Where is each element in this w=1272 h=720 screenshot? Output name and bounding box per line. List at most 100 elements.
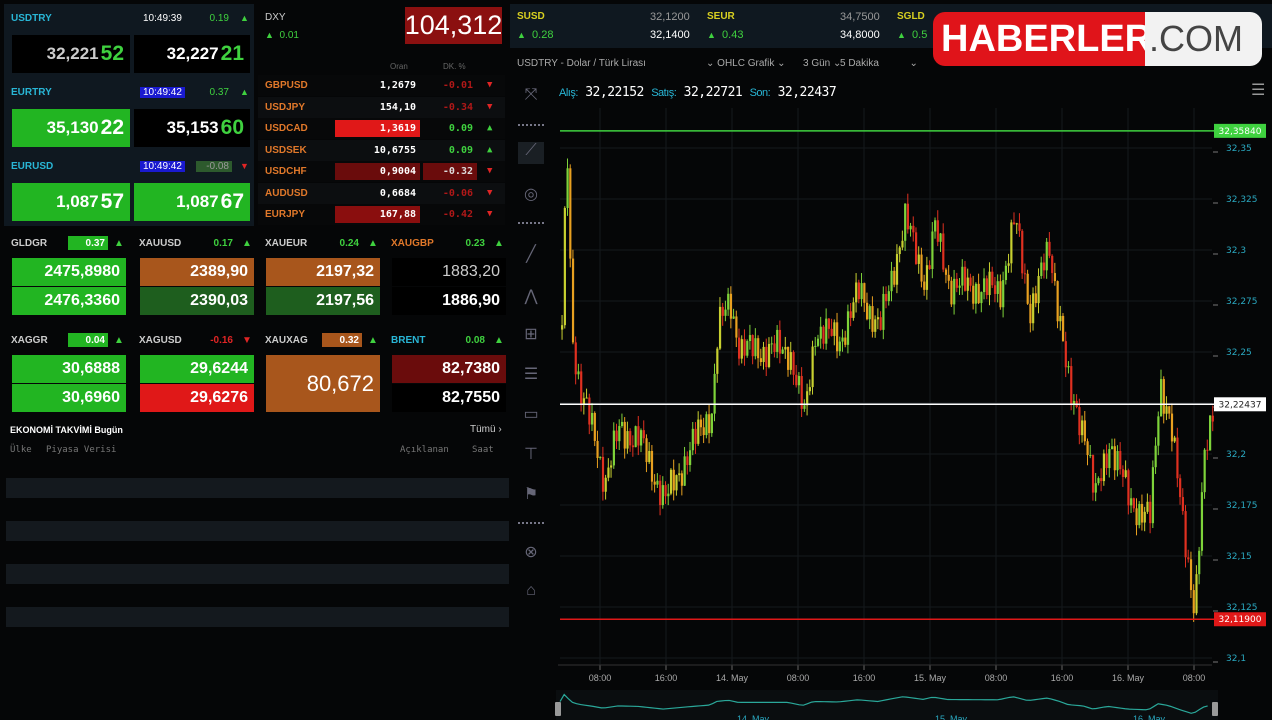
candle <box>697 419 700 444</box>
price-chart[interactable]: 32,132,12532,1532,17532,232,22532,2532,2… <box>0 0 1272 720</box>
candle <box>811 346 814 388</box>
candle <box>593 412 596 441</box>
candle <box>1119 451 1122 470</box>
candle <box>631 445 635 448</box>
candle <box>596 440 599 459</box>
candle <box>1209 415 1212 451</box>
candle <box>914 232 918 264</box>
candle <box>642 430 645 439</box>
candle <box>672 469 675 491</box>
candle <box>767 343 771 367</box>
candle <box>844 337 847 345</box>
candle <box>1045 241 1048 271</box>
candle <box>765 346 768 367</box>
candle <box>961 266 964 286</box>
candle <box>1105 453 1108 469</box>
candle <box>1203 449 1206 493</box>
candle <box>797 376 801 386</box>
candle <box>1132 498 1135 509</box>
candle <box>1143 511 1146 523</box>
candle <box>833 322 836 336</box>
candle <box>838 341 841 352</box>
candle <box>985 278 988 296</box>
candle <box>939 233 942 242</box>
candle <box>969 277 972 286</box>
candle <box>1151 467 1155 524</box>
y-tick-label: 32,3 <box>1226 246 1246 256</box>
candle <box>740 339 743 359</box>
candle <box>612 430 615 466</box>
candle <box>1010 222 1013 264</box>
candle <box>849 311 852 318</box>
x-tick-label: 08:00 <box>985 673 1008 683</box>
x-tick-label: 16:00 <box>655 673 678 683</box>
candle <box>1097 478 1100 484</box>
candle <box>588 397 591 425</box>
candle <box>925 265 929 290</box>
y-tick-label: 32,25 <box>1226 348 1252 358</box>
candle <box>781 349 784 354</box>
candle <box>1083 420 1086 442</box>
candle <box>942 233 945 270</box>
candle <box>702 427 705 436</box>
candle <box>983 278 986 293</box>
candle <box>1048 241 1051 256</box>
candle <box>645 438 648 463</box>
candle <box>615 430 618 442</box>
candle <box>721 306 724 316</box>
candle <box>708 414 711 434</box>
candle <box>754 338 757 357</box>
candle <box>795 374 798 386</box>
candle <box>1089 455 1092 457</box>
candle <box>1037 275 1040 304</box>
low-price-label: 32,11900 <box>1219 615 1262 625</box>
candle <box>699 419 703 428</box>
candle <box>980 292 983 304</box>
navigator-label: 15. May <box>935 714 968 720</box>
candle <box>710 413 713 434</box>
candle <box>972 285 975 304</box>
candle <box>561 325 564 330</box>
x-tick-label: 08:00 <box>589 673 612 683</box>
candle <box>1064 341 1067 368</box>
candle <box>1021 230 1024 274</box>
navigator-handle-right <box>1212 702 1218 716</box>
candle <box>610 465 613 468</box>
candle <box>923 281 926 290</box>
candle <box>678 473 681 476</box>
candle <box>732 316 735 319</box>
candle <box>661 485 664 506</box>
candle <box>789 352 792 370</box>
candle <box>759 358 762 363</box>
candle <box>1176 437 1179 479</box>
candle <box>1094 483 1097 493</box>
candle <box>825 318 828 344</box>
candle <box>1086 441 1089 456</box>
navigator <box>556 690 1218 720</box>
candle <box>599 456 602 459</box>
y-tick-label: 32,275 <box>1226 297 1258 307</box>
candle <box>746 341 749 356</box>
candle <box>574 342 577 375</box>
candle <box>909 225 912 230</box>
candle <box>836 322 839 352</box>
candle <box>620 421 624 427</box>
candle <box>705 414 708 436</box>
candle <box>1002 280 1005 308</box>
candle <box>1187 557 1190 560</box>
candle <box>999 281 1002 308</box>
candle <box>895 254 899 285</box>
candle <box>577 371 580 375</box>
candle <box>1168 406 1171 414</box>
candle <box>626 431 629 449</box>
candle <box>648 450 651 463</box>
candle <box>1160 379 1163 417</box>
candle <box>757 338 760 359</box>
candle <box>1138 503 1141 526</box>
candle <box>1146 501 1149 512</box>
candle <box>879 317 882 330</box>
candle <box>947 274 950 281</box>
candle <box>950 280 953 305</box>
x-tick-label: 16. May <box>1112 673 1145 683</box>
candle <box>1042 262 1046 271</box>
